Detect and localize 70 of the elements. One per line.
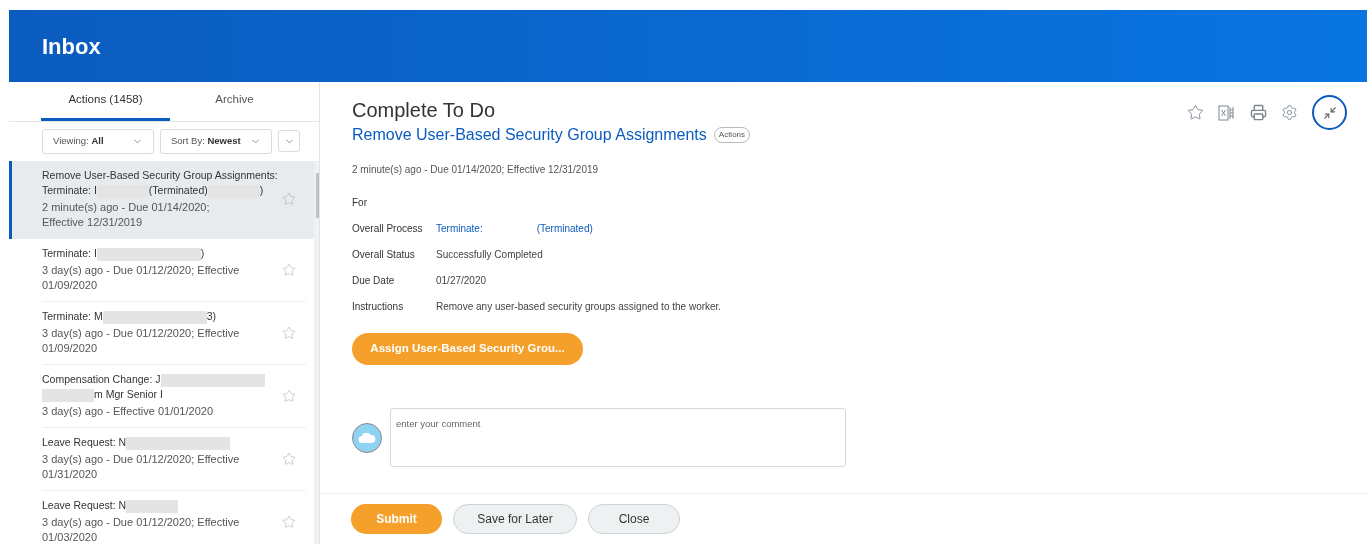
footer-button[interactable]: Close	[588, 504, 680, 534]
item-title: m Mgr Senior I	[94, 388, 163, 400]
redaction-block	[148, 247, 201, 261]
star-icon[interactable]	[282, 262, 296, 277]
redaction-block	[96, 247, 149, 261]
print-icon[interactable]	[1250, 104, 1267, 121]
field-label: Due Date	[352, 273, 396, 288]
tab[interactable]: Actions (1458)	[41, 82, 170, 121]
star-icon[interactable]	[282, 388, 296, 403]
field-label: Instructions	[352, 299, 405, 314]
task-meta: 2 minute(s) ago - Due 01/14/2020; Effective 12/31/2019	[352, 163, 600, 177]
item-title: )	[200, 247, 205, 259]
collapse-button[interactable]	[1312, 95, 1347, 130]
item-title: 3)	[206, 310, 217, 322]
item-meta: 3 day(s) ago - Due 01/12/2020; Effective 01/31/2020	[42, 452, 241, 482]
redaction-block	[178, 436, 231, 450]
field-label: For	[352, 195, 368, 210]
field-value: Successfully Completed	[436, 247, 543, 262]
footer-button[interactable]: Save for Later	[453, 504, 577, 534]
item-title: )	[259, 184, 264, 196]
process-link[interactable]: Terminate:	[436, 220, 483, 236]
inbox-item[interactable]: Terminate: I ) 3 day(s) ago - Due 01/12/2020; Effective 01/09/2020	[9, 239, 314, 302]
item-title: Leave Request: N	[42, 436, 127, 448]
item-title: Leave Request: N	[42, 499, 127, 511]
collapse-icon	[1322, 105, 1337, 120]
settings-icon[interactable]	[1281, 104, 1298, 121]
field-label: Overall Process	[352, 221, 424, 236]
redaction-block	[160, 373, 213, 387]
inbox-item[interactable]: Leave Request: N 3 day(s) ago - Due 01/12/2020; Effective 01/03/2020	[9, 491, 314, 544]
spreadsheet-icon[interactable]	[1218, 104, 1236, 121]
star-icon[interactable]	[1187, 104, 1204, 121]
inbox-item[interactable]: Leave Request: N 3 day(s) ago - Due 01/12/2020; Effective 01/31/2020	[9, 428, 314, 491]
redaction-block	[212, 373, 265, 387]
scrollbar[interactable]	[314, 161, 319, 544]
item-title: Compensation Change: J	[42, 373, 161, 385]
page-heading: Complete To Do	[352, 98, 496, 122]
item-title: Terminate: I	[42, 184, 97, 196]
item-meta: 2 minute(s) ago - Due 01/14/2020; Effective 12/31/2019	[42, 200, 211, 230]
avatar-cloud-icon	[352, 422, 382, 453]
item-meta: 3 day(s) ago - Due 01/12/2020; Effective 01/09/2020	[42, 326, 241, 356]
item-meta: 3 day(s) ago - Due 01/12/2020; Effective 01/03/2020	[42, 515, 241, 544]
star-icon[interactable]	[282, 325, 296, 340]
star-icon[interactable]	[282, 514, 296, 529]
redaction-block	[126, 499, 179, 513]
redaction-block	[126, 436, 179, 450]
inbox-item[interactable]: Remove User-Based Security Group Assignments: Terminate: I (Terminated) ) 2 minute(s) ago - Due 01/14/2020; Effective 12/31/2019	[9, 161, 314, 239]
options-dropdown[interactable]	[278, 130, 300, 152]
tab[interactable]: Archive	[170, 82, 299, 121]
item-meta: 3 day(s) ago - Due 01/12/2020; Effective 01/09/2020	[42, 263, 241, 293]
comment-field[interactable]: enter your comment	[390, 408, 846, 467]
process-link[interactable]: (Terminated)	[536, 220, 593, 236]
inbox-item[interactable]: Terminate: M 3) 3 day(s) ago - Due 01/12/2020; Effective 01/09/2020	[9, 302, 314, 365]
redaction-block	[154, 310, 207, 324]
inbox-item[interactable]: Compensation Change: J m Mgr Senior I 3 day(s) ago - Effective 01/01/2020	[9, 365, 314, 428]
filter-dropdown[interactable]: Sort By: Newest	[160, 129, 272, 154]
task-link[interactable]: Remove User-Based Security Group Assignments	[352, 123, 707, 147]
redaction-block	[42, 388, 94, 402]
star-icon[interactable]	[282, 451, 296, 466]
item-title: Terminate: I	[42, 247, 97, 259]
field-value: Remove any user-based security groups assigned to the worker.	[436, 299, 722, 314]
redaction-block	[102, 310, 155, 324]
filter-dropdown[interactable]: Viewing: All	[42, 129, 154, 154]
item-title: Remove User-Based Security Group Assignments:	[42, 168, 278, 183]
item-title: Terminate: M	[42, 310, 103, 322]
field-label: Overall Status	[352, 247, 416, 262]
header-title: Inbox	[42, 32, 101, 61]
item-meta: 3 day(s) ago - Effective 01/01/2020	[42, 404, 214, 419]
item-title: (Terminated)	[148, 184, 208, 196]
star-icon[interactable]	[282, 192, 296, 206]
field-value: 01/27/2020	[436, 273, 487, 288]
